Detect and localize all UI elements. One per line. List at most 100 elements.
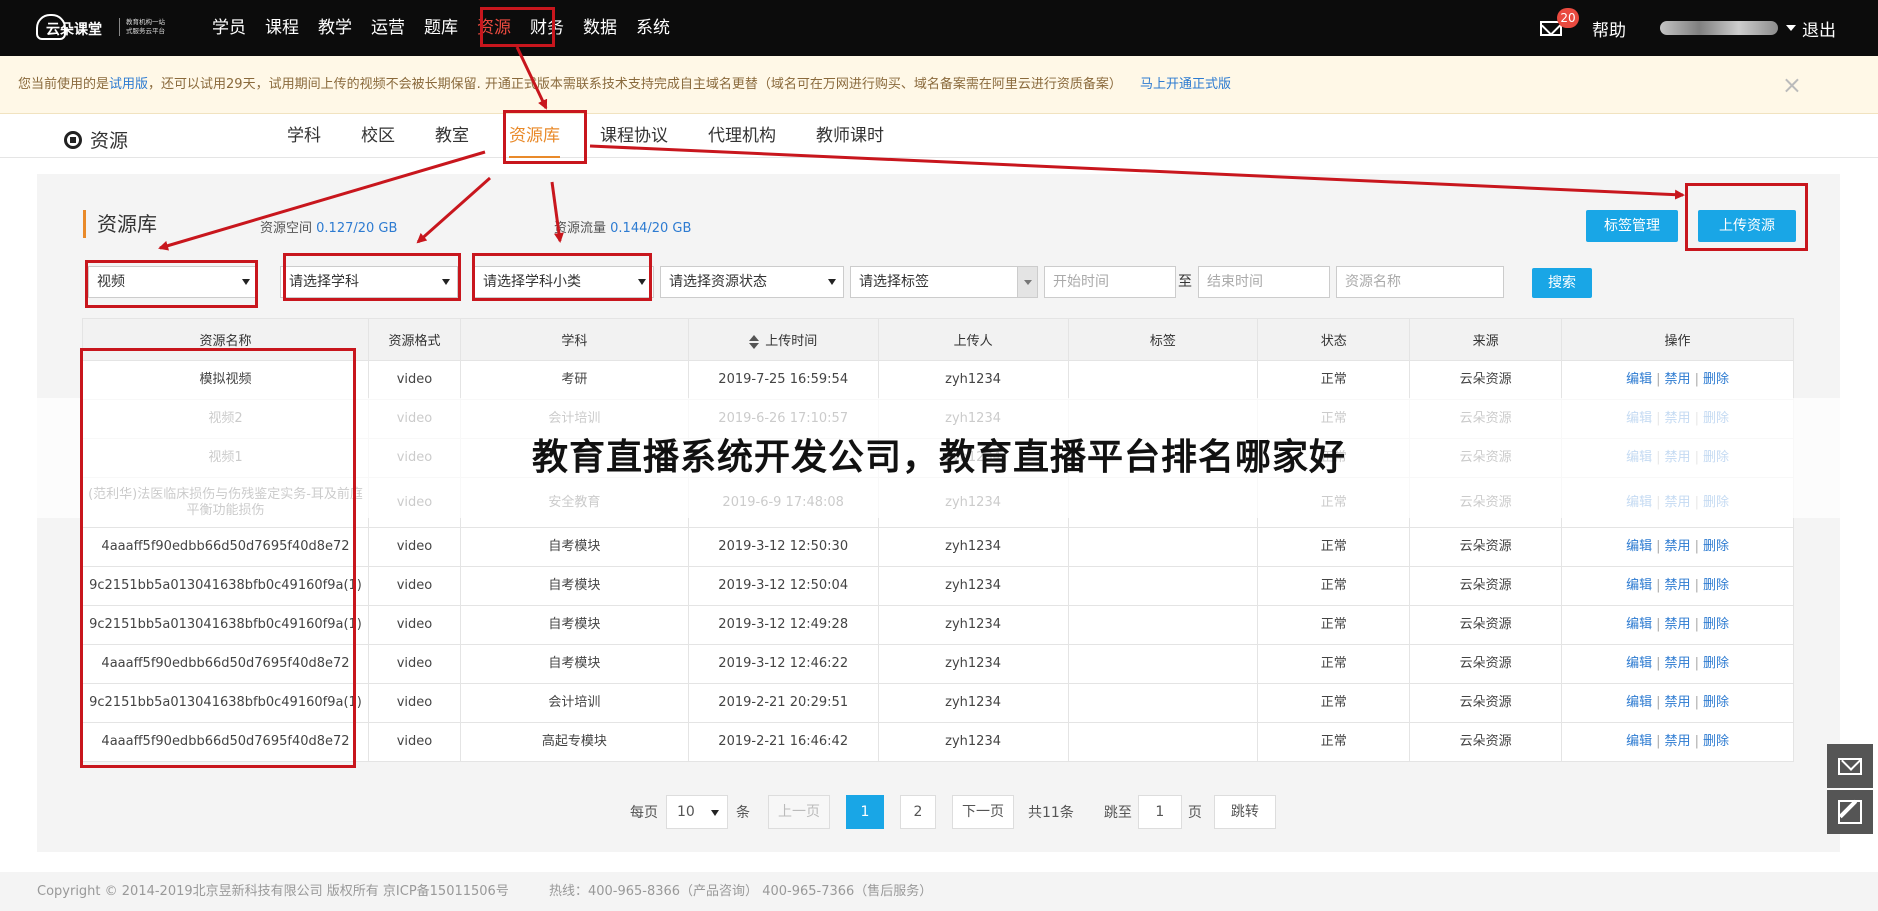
side-mail-button[interactable] bbox=[1827, 744, 1873, 788]
table-row: 9c2151bb5a013041638bfb0c49160f9a(1) video… bbox=[82, 683, 1794, 723]
edit-link[interactable]: 编辑 bbox=[1626, 734, 1652, 749]
tag-select[interactable]: 请选择标签 bbox=[850, 266, 1038, 298]
cell-status: 正常 bbox=[1257, 722, 1411, 762]
table-row: 9c2151bb5a013041638bfb0c49160f9a(1) video… bbox=[82, 605, 1794, 645]
delete-link[interactable]: 删除 bbox=[1703, 372, 1729, 387]
logo[interactable]: 云朵课堂 教育机构一站 式服务云平台 bbox=[36, 12, 171, 44]
jump-button[interactable]: 跳转 bbox=[1213, 795, 1276, 829]
tab-course-agreement[interactable]: 课程协议 bbox=[600, 114, 668, 158]
resource-name-input[interactable]: 资源名称 bbox=[1336, 266, 1504, 298]
nav-item-teaching[interactable]: 教学 bbox=[318, 0, 352, 56]
trial-notice: 您当前使用的是试用版，还可以试用29天，试用期间上传的视频不会被长期保留. 开通… bbox=[0, 56, 1878, 114]
page-button-2[interactable]: 2 bbox=[900, 795, 936, 829]
hotline: 热线：400-965-8366（产品咨询） 400-965-7366（售后服务） bbox=[548, 884, 933, 899]
tab-campus[interactable]: 校区 bbox=[361, 114, 395, 158]
cell-tag bbox=[1067, 360, 1259, 400]
close-icon[interactable]: × bbox=[1782, 56, 1802, 114]
cell-format: video bbox=[367, 360, 461, 400]
tab-classroom[interactable]: 教室 bbox=[435, 114, 469, 158]
prev-page-button[interactable]: 上一页 bbox=[768, 795, 830, 829]
subject-sub-select[interactable]: 请选择学科小类 bbox=[474, 266, 654, 298]
trial-link[interactable]: 试用版 bbox=[109, 77, 148, 92]
tab-teacher-hours[interactable]: 教师课时 bbox=[816, 114, 884, 158]
nav-item-system[interactable]: 系统 bbox=[636, 0, 670, 56]
type-select[interactable]: 视频 bbox=[88, 266, 258, 298]
edit-link[interactable]: 编辑 bbox=[1626, 656, 1652, 671]
action-separator: | bbox=[1656, 734, 1661, 749]
edit-icon bbox=[1838, 800, 1862, 824]
username-blurred[interactable] bbox=[1660, 21, 1778, 35]
edit-link[interactable]: 编辑 bbox=[1626, 695, 1652, 710]
upgrade-link[interactable]: 马上开通正式版 bbox=[1140, 77, 1231, 92]
disable-link[interactable]: 禁用 bbox=[1665, 734, 1691, 749]
per-page-label: 每页 bbox=[630, 805, 658, 821]
cell-time: 2019-3-12 12:50:30 bbox=[687, 527, 879, 567]
logo-name: 云朵课堂 bbox=[46, 22, 102, 38]
action-separator: | bbox=[1656, 695, 1661, 710]
sub-nav: 资源 学科 校区 教室 资源库 课程协议 代理机构 教师课时 bbox=[0, 114, 1878, 158]
disable-link[interactable]: 禁用 bbox=[1665, 656, 1691, 671]
edit-link[interactable]: 编辑 bbox=[1626, 578, 1652, 593]
delete-link[interactable]: 删除 bbox=[1703, 578, 1729, 593]
nav-item-students[interactable]: 学员 bbox=[212, 0, 246, 56]
tab-agency[interactable]: 代理机构 bbox=[708, 114, 776, 158]
logout-link[interactable]: 退出 bbox=[1802, 16, 1836, 41]
col-upload-time[interactable]: 上传时间 bbox=[687, 318, 879, 361]
cell-tag bbox=[1067, 527, 1259, 567]
delete-link[interactable]: 删除 bbox=[1703, 539, 1729, 554]
delete-link[interactable]: 删除 bbox=[1703, 617, 1729, 632]
delete-link[interactable]: 删除 bbox=[1703, 695, 1729, 710]
nav-item-question-bank[interactable]: 题库 bbox=[424, 0, 458, 56]
chevron-down-icon bbox=[242, 279, 250, 285]
tab-resource-library[interactable]: 资源库 bbox=[509, 114, 560, 158]
cell-status: 正常 bbox=[1257, 566, 1411, 606]
nav-item-finance[interactable]: 财务 bbox=[530, 0, 564, 56]
col-uploader: 上传人 bbox=[877, 318, 1069, 361]
cell-time: 2019-3-12 12:49:28 bbox=[687, 605, 879, 645]
top-right-nav: 20 帮助 退出 bbox=[1540, 0, 1878, 56]
col-name: 资源名称 bbox=[82, 318, 369, 361]
cell-status: 正常 bbox=[1257, 683, 1411, 723]
upload-resource-button[interactable]: 上传资源 bbox=[1698, 210, 1796, 242]
edit-link[interactable]: 编辑 bbox=[1626, 372, 1652, 387]
action-separator: | bbox=[1694, 578, 1699, 593]
help-link[interactable]: 帮助 bbox=[1592, 16, 1626, 41]
search-button[interactable]: 搜索 bbox=[1532, 268, 1592, 298]
top-bar: 云朵课堂 教育机构一站 式服务云平台 学员 课程 教学 运营 题库 资源 财务 数… bbox=[0, 0, 1878, 56]
side-edit-button[interactable] bbox=[1827, 790, 1873, 834]
start-time-input[interactable]: 开始时间 bbox=[1044, 266, 1176, 298]
nav-item-courses[interactable]: 课程 bbox=[265, 0, 299, 56]
delete-link[interactable]: 删除 bbox=[1703, 734, 1729, 749]
status-select[interactable]: 请选择资源状态 bbox=[660, 266, 844, 298]
chevron-down-icon[interactable] bbox=[1786, 25, 1796, 31]
disable-link[interactable]: 禁用 bbox=[1665, 372, 1691, 387]
per-page-select[interactable]: 10 bbox=[666, 795, 728, 829]
disable-link[interactable]: 禁用 bbox=[1665, 617, 1691, 632]
delete-link[interactable]: 删除 bbox=[1703, 656, 1729, 671]
cell-tag bbox=[1067, 722, 1259, 762]
disable-link[interactable]: 禁用 bbox=[1665, 578, 1691, 593]
sort-icon[interactable] bbox=[749, 334, 760, 349]
cell-name: 9c2151bb5a013041638bfb0c49160f9a(1) bbox=[82, 683, 369, 723]
cell-tag bbox=[1067, 566, 1259, 606]
end-time-input[interactable]: 结束时间 bbox=[1198, 266, 1330, 298]
tag-manage-button[interactable]: 标签管理 bbox=[1586, 210, 1678, 242]
edit-link[interactable]: 编辑 bbox=[1626, 539, 1652, 554]
cell-source: 云朵资源 bbox=[1409, 644, 1563, 684]
disable-link[interactable]: 禁用 bbox=[1665, 695, 1691, 710]
disable-link[interactable]: 禁用 bbox=[1665, 539, 1691, 554]
subject-select[interactable]: 请选择学科 bbox=[280, 266, 458, 298]
nav-item-resources[interactable]: 资源 bbox=[477, 0, 511, 56]
nav-item-operations[interactable]: 运营 bbox=[371, 0, 405, 56]
next-page-button[interactable]: 下一页 bbox=[952, 795, 1014, 829]
action-separator: | bbox=[1694, 695, 1699, 710]
mail-icon bbox=[1838, 758, 1862, 775]
edit-link[interactable]: 编辑 bbox=[1626, 617, 1652, 632]
cell-actions: 编辑|禁用|删除 bbox=[1561, 527, 1794, 567]
tab-subject[interactable]: 学科 bbox=[287, 114, 321, 158]
mail-icon[interactable]: 20 bbox=[1540, 7, 1579, 36]
cell-subject: 高起专模块 bbox=[459, 722, 689, 762]
nav-item-data[interactable]: 数据 bbox=[583, 0, 617, 56]
page-button-1[interactable]: 1 bbox=[846, 795, 884, 829]
jump-page-input[interactable]: 1 bbox=[1137, 795, 1182, 829]
